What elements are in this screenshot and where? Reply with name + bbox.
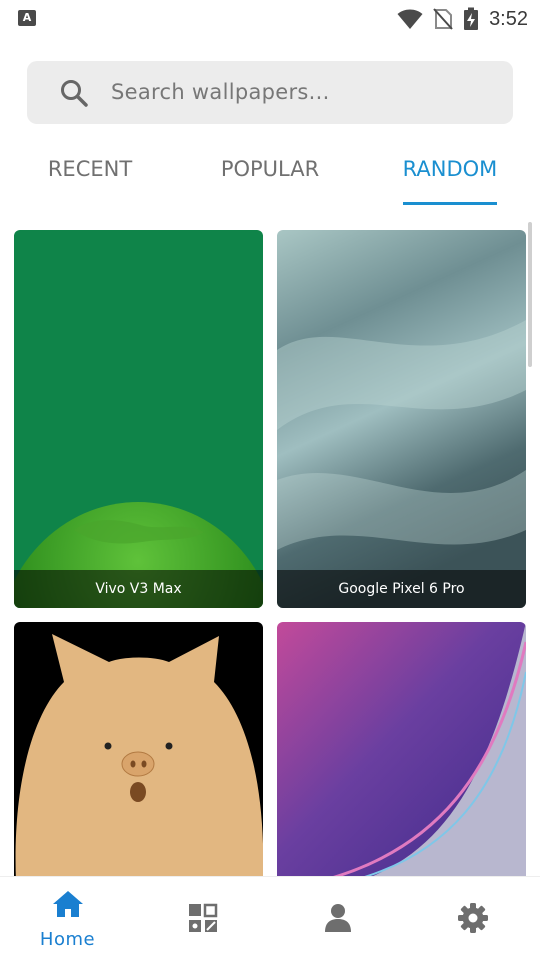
wallpaper-thumbnail [14,622,263,882]
nav-categories[interactable] [135,877,270,960]
status-icons: 3:52 [397,4,528,34]
wallpaper-card[interactable]: Google Pixel 6 Pro [277,230,526,608]
notification-app-icon: A [18,10,36,26]
wallpaper-thumbnail [277,230,526,608]
no-sim-icon [433,8,453,30]
bottom-navigation: Home [0,876,540,960]
search-icon [61,80,88,107]
home-icon [52,891,83,917]
wallpaper-title: Vivo V3 Max [14,570,263,608]
wallpaper-card[interactable] [277,622,526,882]
wallpaper-thumbnail [14,230,263,608]
settings-gear-icon [457,903,488,933]
active-tab-indicator [403,202,497,205]
profile-icon [324,904,351,932]
wallpaper-title: Google Pixel 6 Pro [277,570,526,608]
scrollbar[interactable] [528,222,532,367]
battery-charging-icon [464,7,479,30]
wallpaper-card[interactable]: Vivo V3 Max [14,230,263,608]
nav-home-label: Home [39,929,96,950]
tab-popular[interactable]: POPULAR [210,140,330,200]
categories-icon [188,903,217,932]
nav-settings[interactable] [405,877,540,960]
nav-profile[interactable] [270,877,405,960]
wifi-icon [397,9,423,29]
status-time: 3:52 [489,7,528,30]
search-bar[interactable]: Search wallpapers... [27,61,513,124]
wallpaper-thumbnail [277,622,526,882]
nav-home[interactable]: Home [0,877,135,960]
tab-recent[interactable]: RECENT [40,140,140,200]
status-bar: A 3:52 [0,0,540,38]
wallpaper-card[interactable] [14,622,263,882]
tab-random[interactable]: RANDOM [392,140,508,200]
search-input[interactable]: Search wallpapers... [111,61,330,124]
tab-bar: RECENT POPULAR RANDOM [0,140,540,206]
